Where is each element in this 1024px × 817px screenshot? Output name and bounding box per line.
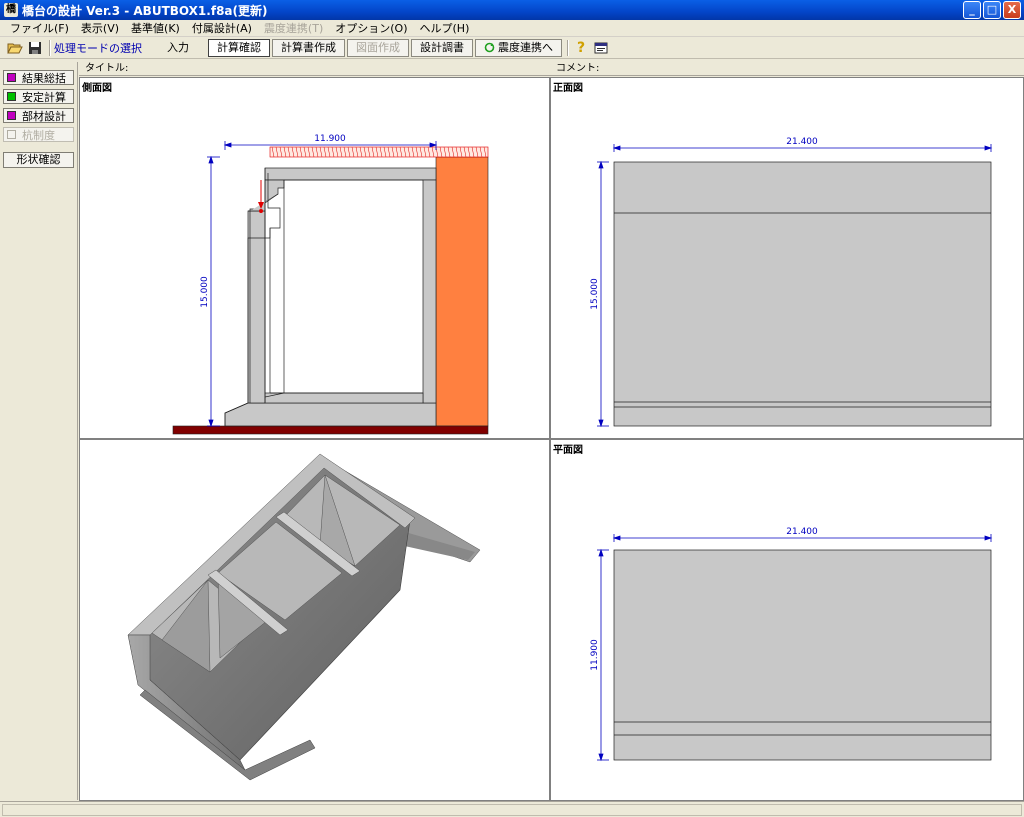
title-label: タイトル: [85,63,129,74]
front-view-panel[interactable]: 21.400 15.000 正面図 [550,77,1024,439]
sidebar-item-pile[interactable]: 杭制度 [3,127,74,142]
sidebar-item-label: 部材設計 [22,109,66,123]
status-swatch [7,130,16,139]
plan-view-drawing: 21.400 11.900 [590,527,993,762]
status-panel [2,804,1022,816]
tab-shape-check[interactable]: 形状確認 [3,152,74,168]
comment-field-row: コメント: [550,62,1024,76]
folder-open-icon[interactable] [6,39,24,57]
menu-help[interactable]: ヘルプ(H) [414,20,476,36]
menu-view[interactable]: 表示(V) [75,20,125,36]
sidebar-item-label: 結果総括 [22,71,66,85]
window-controls: _ □ X [963,1,1021,19]
seismic-link-label: 震度連携へ [498,40,553,54]
box-body [224,167,437,427]
version-info-icon[interactable] [592,39,610,57]
menu-file[interactable]: ファイル(F) [4,20,75,36]
plan-width-dimension-label: 21.400 [786,527,818,537]
status-swatch [7,92,16,101]
plan-height-dimension-label: 11.900 [590,639,600,671]
menu-bar: ファイル(F) 表示(V) 基準値(K) 付属設計(A) 震度連携(T) オプシ… [0,20,1024,37]
mode-selection-label: 処理モードの選択 [54,41,142,55]
sidebar-item-stability-calc[interactable]: 安定計算 [3,89,74,104]
toolbar-separator [567,39,569,56]
status-swatch [7,73,16,82]
sidebar: 結果総括 安定計算 部材設計 杭制度 形状確認 [0,62,78,800]
sidebar-item-label: 安定計算 [22,90,66,104]
title-field-row: タイトル: [79,62,550,76]
mode-report-button[interactable]: 計算書作成 [272,38,345,57]
backfill-soil [435,156,489,427]
sidebar-item-label: 杭制度 [22,128,55,142]
side-view-panel[interactable]: 11.900 15.000 側面図 [79,77,550,439]
sidebar-item-results-summary[interactable]: 結果総括 [3,70,74,85]
plan-view-panel[interactable]: 21.400 11.900 平面図 [550,439,1024,801]
front-view-drawing: 21.400 15.000 [590,137,993,428]
close-button[interactable]: X [1003,1,1021,19]
minimize-button[interactable]: _ [963,1,981,19]
side-height-dimension-label: 15.000 [200,276,210,308]
window-title: 橋台の設計 Ver.3 - ABUTBOX1.f8a(更新) [22,3,268,18]
mode-input-button[interactable]: 入力 [158,39,198,57]
menu-accessory-design[interactable]: 付属設計(A) [186,20,258,36]
iso-view-panel[interactable] [79,439,550,801]
status-bar [0,801,1024,817]
comment-label: コメント: [556,63,600,74]
footing-base [172,425,489,435]
menu-seismic-link[interactable]: 震度連携(T) [258,20,329,36]
toolbar: 処理モードの選択 入力 計算確認 計算書作成 図面作成 設計調書 震度連携へ ? [0,37,1024,59]
inner-lines [264,168,423,403]
side-view-label: 側面図 [82,83,112,94]
mode-design-doc-button[interactable]: 設計調書 [411,38,473,57]
menu-standards[interactable]: 基準値(K) [125,20,186,36]
side-view-drawing: 11.900 15.000 [172,134,489,435]
status-swatch [7,111,16,120]
front-elevation [613,161,992,427]
front-view-label: 正面図 [553,83,583,94]
plan-view-label: 平面図 [553,445,583,456]
save-icon[interactable] [26,39,44,57]
maximize-button[interactable]: □ [983,1,1001,19]
mode-seismic-link-button[interactable]: 震度連携へ [475,38,562,57]
mode-calc-check-button[interactable]: 計算確認 [208,38,270,57]
help-icon[interactable]: ? [572,39,590,57]
sidebar-item-member-design[interactable]: 部材設計 [3,108,74,123]
menu-options[interactable]: オプション(O) [329,20,413,36]
toolbar-separator [49,39,51,56]
refresh-icon [484,42,495,53]
surface-load-hatch [269,146,489,158]
front-width-dimension-label: 21.400 [786,137,818,147]
iso-view-drawing [127,453,481,781]
app-icon: 橋 [4,3,18,17]
front-height-dimension-label: 15.000 [590,278,600,310]
mode-drawing-button[interactable]: 図面作成 [347,38,409,57]
title-bar: 橋 橋台の設計 Ver.3 - ABUTBOX1.f8a(更新) _ □ X [0,0,1024,20]
side-width-dimension-label: 11.900 [314,134,346,144]
plan-outline [613,549,992,761]
